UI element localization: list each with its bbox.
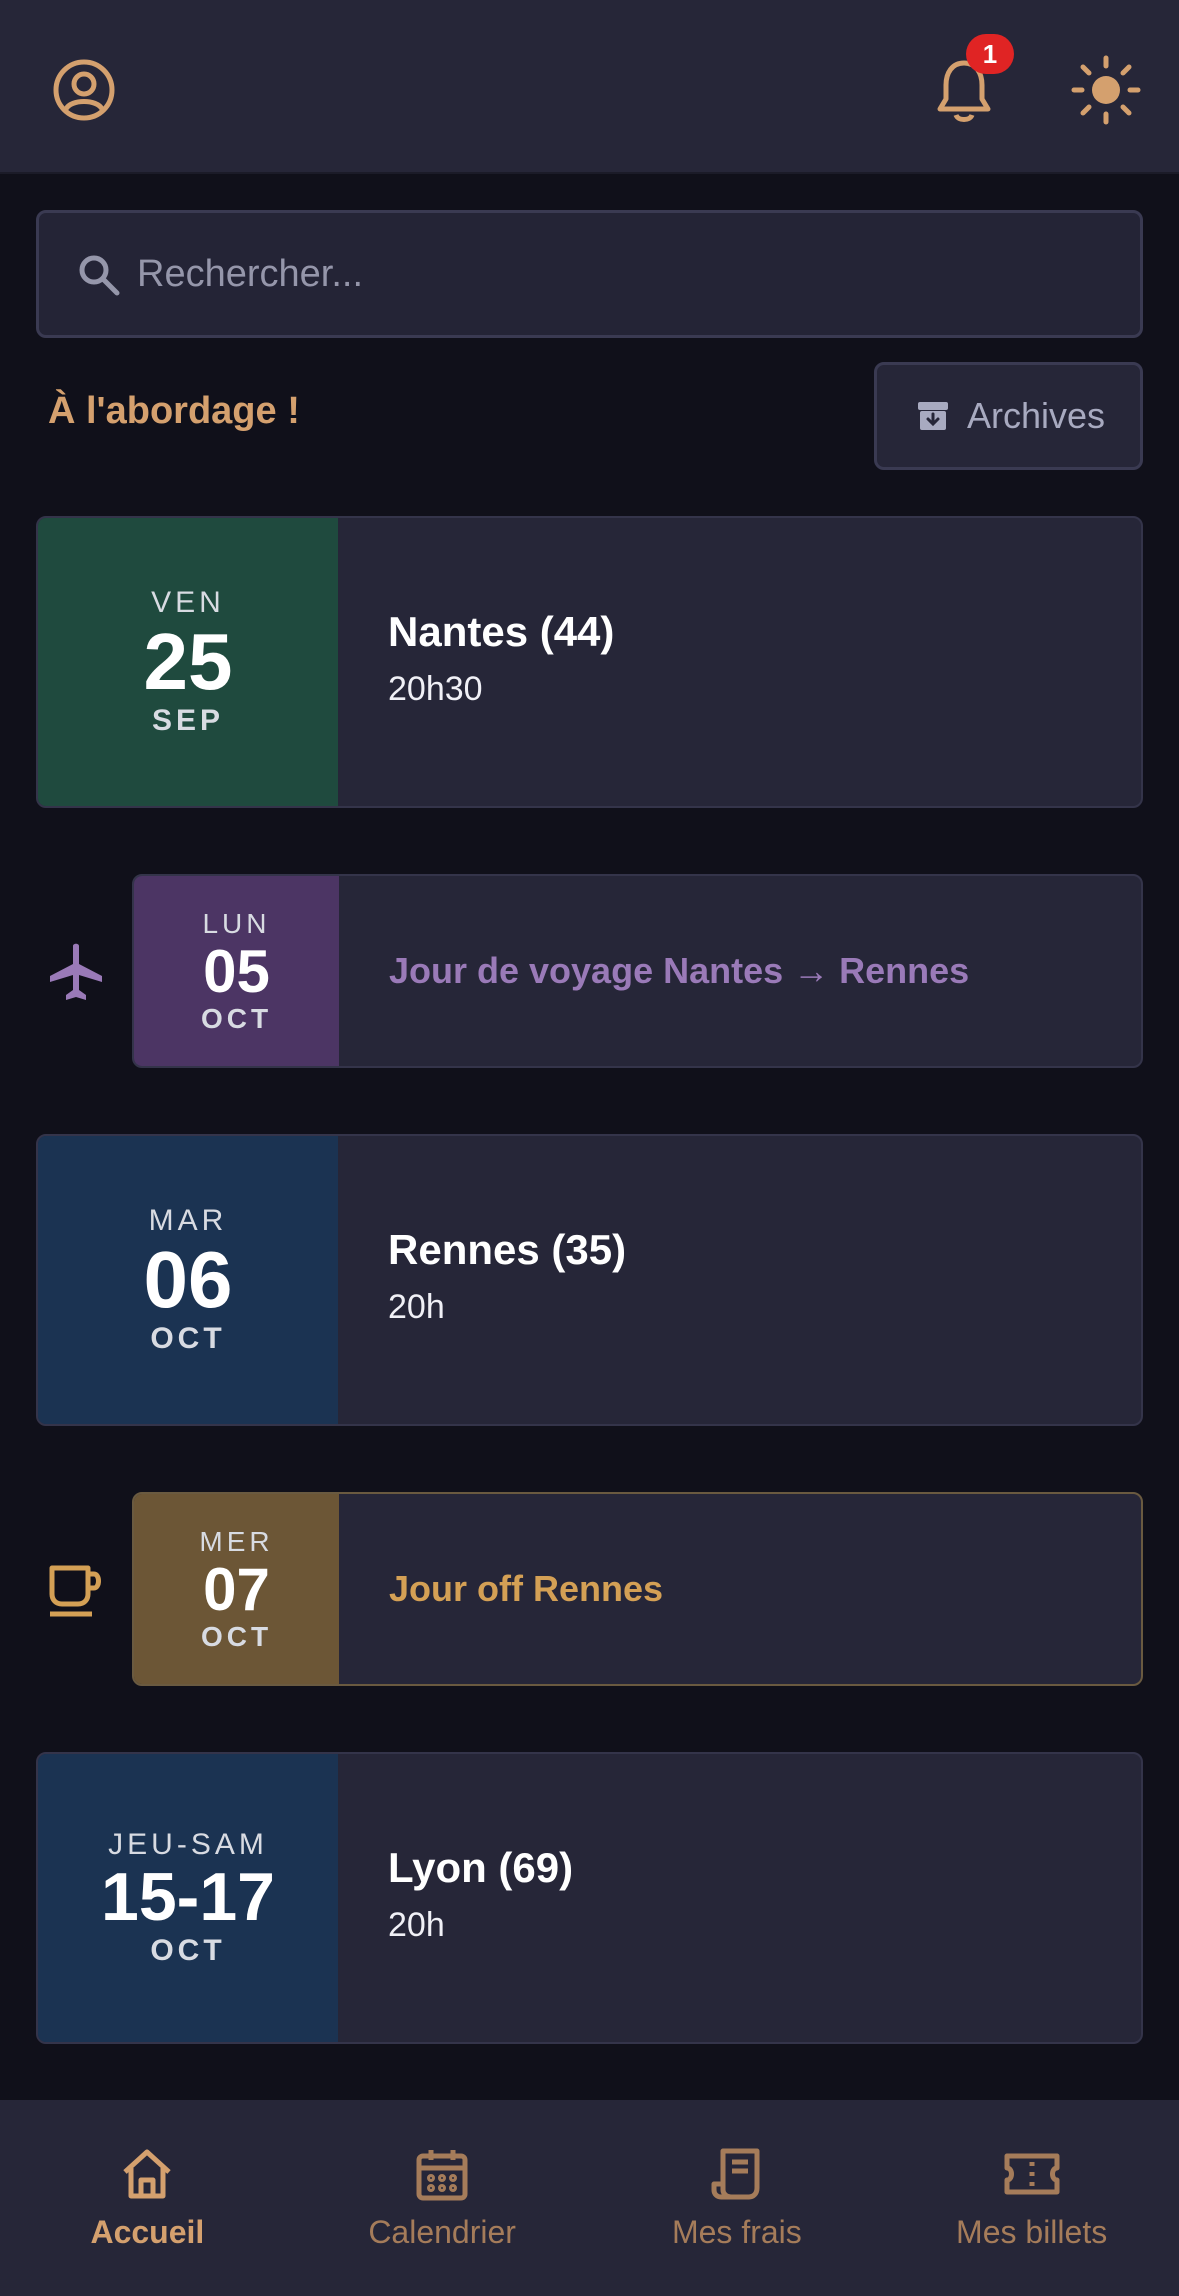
date-block: MER 07 OCT	[134, 1494, 339, 1684]
event-details: Rennes (35) 20h	[388, 1226, 626, 1327]
nav-label: Calendrier	[368, 2213, 516, 2250]
event-details: Nantes (44) 20h30	[388, 608, 614, 709]
event-card-rennes[interactable]: MAR 06 OCT Rennes (35) 20h	[36, 1134, 1143, 1426]
travel-day-card[interactable]: LUN 05 OCT Jour de voyage Nantes → Renne…	[132, 874, 1143, 1068]
event-time: 20h	[388, 1906, 445, 1944]
month-label: OCT	[200, 1002, 273, 1034]
weekday-label: JEU-SAM	[108, 1828, 268, 1862]
date-block: JEU-SAM 15-17 OCT	[38, 1754, 338, 2042]
archives-label: Archives	[967, 395, 1106, 436]
nav-label: Accueil	[90, 2213, 205, 2250]
home-icon	[123, 2149, 172, 2198]
date-block: VEN 25 SEP	[38, 518, 338, 806]
travel-day-label: Jour de voyage Nantes → Rennes	[389, 950, 970, 991]
search-input[interactable]	[137, 239, 1097, 309]
event-card-lyon[interactable]: JEU-SAM 15-17 OCT Lyon (69) 20h	[36, 1752, 1143, 2044]
calendar-icon	[416, 2149, 468, 2200]
archive-box-icon	[918, 402, 948, 430]
top-app-bar: 1	[0, 0, 1179, 174]
date-block: MAR 06 OCT	[38, 1136, 338, 1424]
notification-badge: 1	[966, 34, 1014, 74]
plane-icon	[50, 943, 102, 1000]
event-details: Jour off Rennes	[389, 1568, 663, 1610]
theme-toggle-button[interactable]	[1066, 50, 1146, 130]
day-number: 06	[143, 1235, 233, 1324]
nav-item-accueil[interactable]: Accueil	[0, 2100, 295, 2296]
day-number: 15-17	[101, 1859, 275, 1936]
section-title: À l'abordage !	[48, 390, 300, 432]
event-city: Nantes (44)	[388, 608, 615, 655]
nav-label: Mes frais	[671, 2213, 802, 2250]
nav-label: Mes billets	[956, 2213, 1108, 2250]
nav-item-mes-frais[interactable]: Mes frais	[590, 2100, 885, 2296]
ticket-icon	[1004, 2153, 1060, 2194]
event-time: 20h30	[388, 670, 483, 708]
search-bar[interactable]	[36, 210, 1143, 338]
event-details: Lyon (69) 20h	[388, 1844, 573, 1945]
coffee-cup-icon	[49, 1565, 101, 1617]
event-time: 20h	[388, 1288, 445, 1326]
bottom-navigation: Accueil Calendrier Mes frais Mes billets	[0, 2100, 1179, 2296]
archives-button[interactable]: Archives	[874, 362, 1143, 470]
nav-item-calendrier[interactable]: Calendrier	[295, 2100, 590, 2296]
month-label: OCT	[150, 1322, 226, 1355]
event-card-nantes[interactable]: VEN 25 SEP Nantes (44) 20h30	[36, 516, 1143, 808]
search-icon	[79, 255, 120, 296]
day-off-card[interactable]: MER 07 OCT Jour off Rennes	[132, 1492, 1143, 1686]
day-off-label: Jour off Rennes	[389, 1568, 664, 1609]
date-block: LUN 05 OCT	[134, 876, 339, 1066]
month-label: SEP	[151, 704, 225, 737]
user-circle-icon	[53, 59, 115, 121]
event-details: Jour de voyage Nantes → Rennes	[389, 950, 969, 992]
day-number: 25	[143, 617, 233, 706]
day-number: 05	[203, 937, 270, 1005]
sun-icon	[1071, 55, 1141, 125]
month-label: OCT	[200, 1620, 273, 1652]
weekday-label: MAR	[148, 1204, 228, 1237]
weekday-label: VEN	[151, 586, 225, 619]
event-city: Lyon (69)	[388, 1844, 574, 1891]
month-label: OCT	[150, 1933, 226, 1967]
weekday-label: MER	[199, 1525, 274, 1557]
receipt-icon	[711, 2148, 760, 2199]
profile-button[interactable]	[48, 54, 120, 126]
event-city: Rennes (35)	[388, 1226, 627, 1273]
nav-item-mes-billets[interactable]: Mes billets	[884, 2100, 1179, 2296]
weekday-label: LUN	[202, 907, 271, 939]
day-number: 07	[203, 1555, 270, 1623]
